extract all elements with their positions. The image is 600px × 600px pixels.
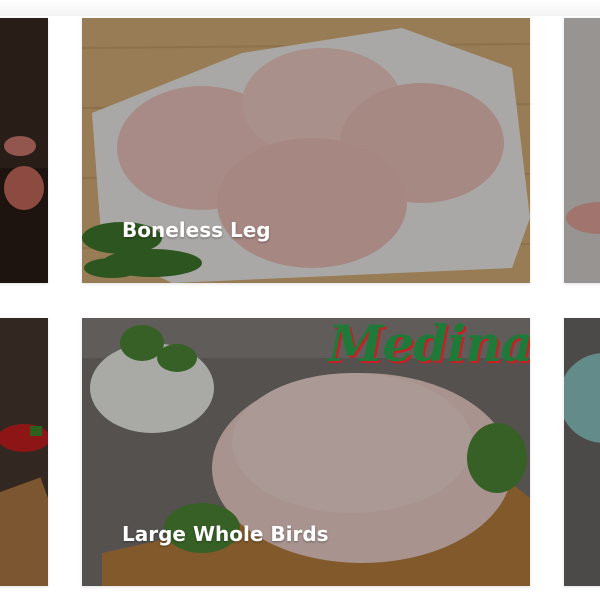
brand-logo: Medina — [328, 318, 530, 373]
product-card-left-top[interactable] — [0, 18, 48, 283]
product-title: Boneless Leg — [122, 218, 271, 242]
page-header-strip — [0, 0, 600, 16]
product-card-right-bottom[interactable] — [564, 318, 600, 586]
product-card-large-whole-birds[interactable]: Medina Large Whole Birds — [82, 318, 530, 586]
product-card-left-bottom[interactable] — [0, 318, 48, 586]
product-card-boneless-leg[interactable]: Boneless Leg — [82, 18, 530, 283]
product-card-right-top[interactable] — [564, 18, 600, 283]
product-title: Large Whole Birds — [122, 522, 329, 546]
